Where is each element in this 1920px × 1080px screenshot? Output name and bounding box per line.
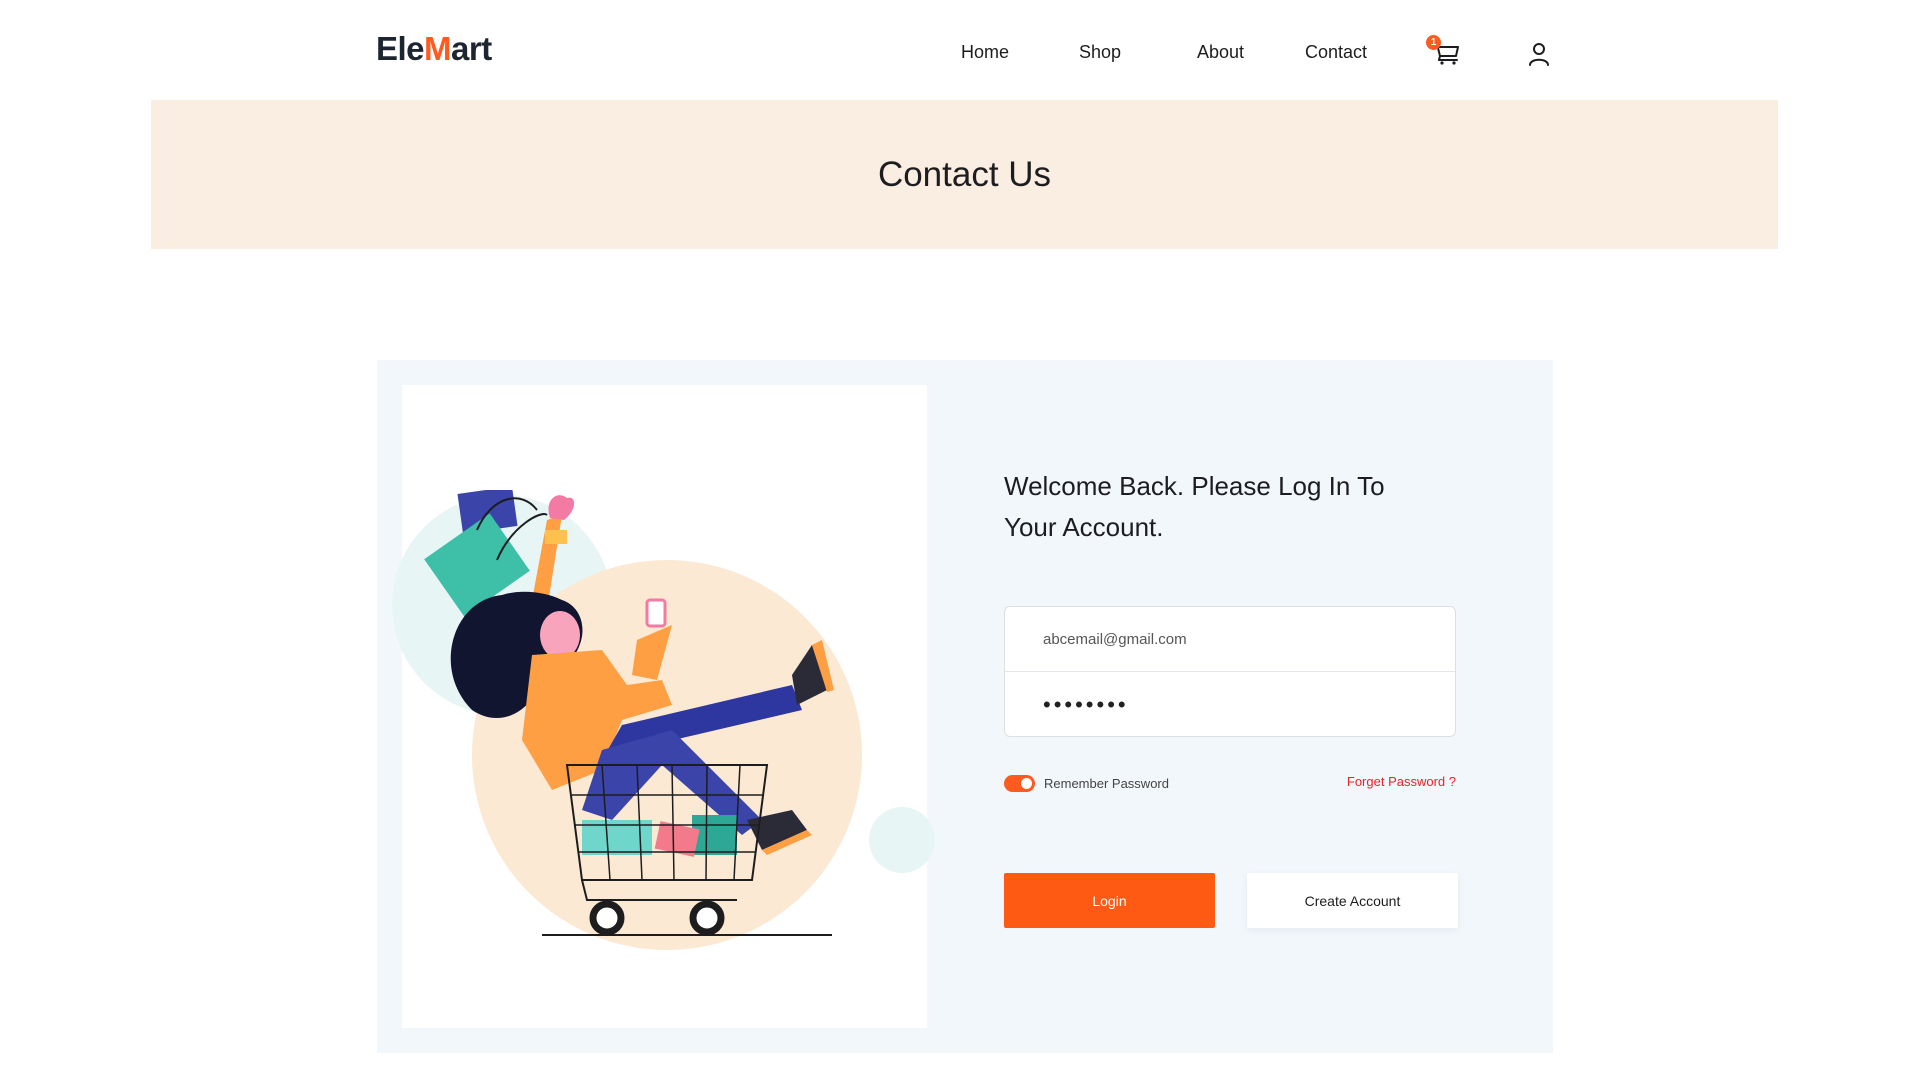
user-icon: [1529, 43, 1549, 66]
credentials-group: [1004, 606, 1456, 737]
forgot-password-link[interactable]: Forget Password ?: [1347, 774, 1456, 789]
page-banner: Contact Us: [151, 100, 1778, 249]
cart-button[interactable]: 1: [1426, 35, 1462, 66]
nav-shop[interactable]: Shop: [1079, 42, 1121, 63]
nav-home[interactable]: Home: [961, 42, 1009, 63]
nav-contact[interactable]: Contact: [1305, 42, 1367, 63]
email-field[interactable]: [1005, 607, 1455, 672]
illustration-panel: [392, 385, 935, 1028]
logo-prefix: Ele: [376, 30, 425, 67]
logo-mark: M: [424, 30, 452, 67]
remember-toggle[interactable]: [1004, 775, 1035, 792]
password-field[interactable]: [1005, 672, 1455, 737]
cart-count-badge: 1: [1426, 35, 1441, 50]
login-heading: Welcome Back. Please Log In To Your Acco…: [1004, 471, 1385, 542]
logo[interactable]: EleMart: [376, 30, 492, 68]
remember-label: Remember Password: [1044, 776, 1169, 791]
remember-password[interactable]: Remember Password: [1004, 775, 1169, 792]
page-title: Contact Us: [877, 154, 1052, 194]
site-header: EleMart Home Shop About Contact 1: [0, 0, 1920, 100]
logo-suffix: art: [451, 30, 492, 67]
shopping-woman-in-cart-illustration: [392, 490, 935, 950]
login-card: Welcome Back. Please Log In To Your Acco…: [377, 360, 1553, 1053]
create-account-button[interactable]: Create Account: [1247, 873, 1458, 928]
login-button[interactable]: Login: [1004, 873, 1215, 928]
nav-about[interactable]: About: [1197, 42, 1244, 63]
account-button[interactable]: [1528, 42, 1550, 66]
